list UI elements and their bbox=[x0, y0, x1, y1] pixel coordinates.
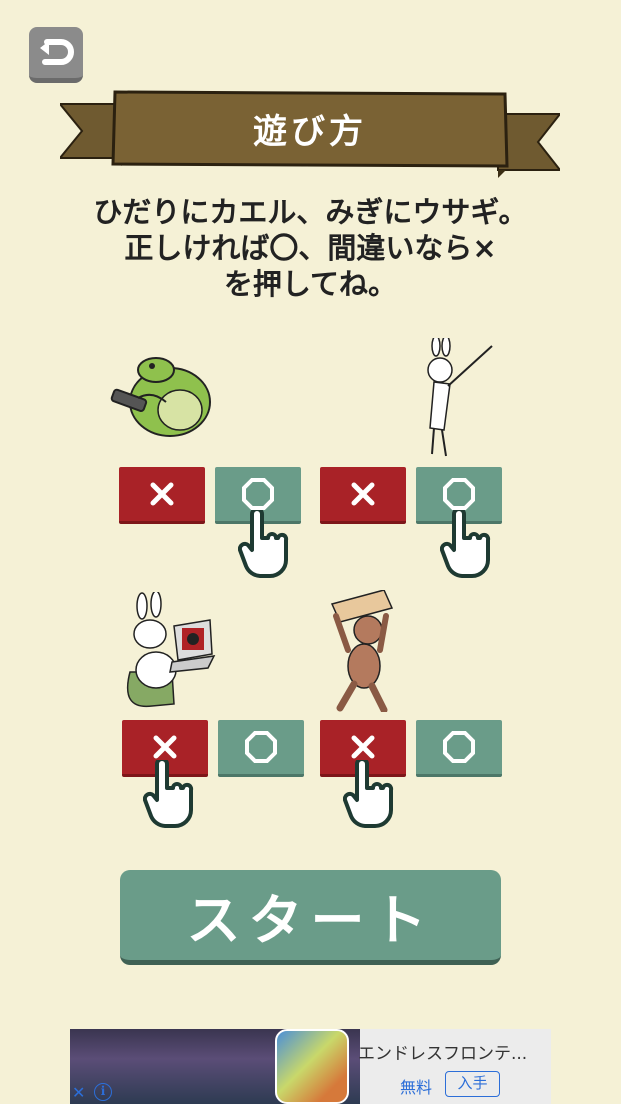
octagon-circle-icon bbox=[443, 478, 475, 510]
ad-info-icon[interactable]: i bbox=[94, 1083, 112, 1101]
cross-icon bbox=[150, 482, 174, 506]
octagon-circle-icon bbox=[443, 731, 475, 763]
ad-banner[interactable]: エンドレスフロンテ... 無料 入手 ✕ i bbox=[70, 1029, 551, 1104]
ad-close-icon[interactable]: ✕ bbox=[72, 1083, 85, 1102]
example1-right-cross-button[interactable] bbox=[320, 467, 406, 524]
octagon-circle-icon bbox=[245, 731, 277, 763]
cross-icon bbox=[351, 735, 375, 759]
monkey-box-illustration bbox=[330, 590, 394, 712]
undo-arrow-icon bbox=[40, 38, 74, 65]
page-title: 遊び方 bbox=[253, 112, 367, 152]
ad-app-icon[interactable] bbox=[275, 1029, 349, 1104]
pointing-hand-icon bbox=[143, 760, 194, 828]
cross-icon bbox=[351, 482, 375, 506]
rabbit-pointing-illustration bbox=[427, 338, 493, 457]
back-button[interactable] bbox=[29, 27, 83, 83]
ad-install-button[interactable]: 入手 bbox=[445, 1071, 500, 1097]
rabbit-laptop-illustration bbox=[126, 592, 216, 708]
ad-title[interactable]: エンドレスフロンテ... bbox=[358, 1039, 527, 1064]
instructions-text: ひだりにカエル、みぎにウサギ。 正しければ〇、間違いなら× を押してね。 bbox=[20, 194, 601, 302]
ad-price: 無料 bbox=[400, 1078, 433, 1097]
example2-left-circle-button[interactable] bbox=[218, 720, 304, 777]
octagon-circle-icon bbox=[242, 478, 274, 510]
pointing-hand-icon bbox=[440, 510, 491, 578]
start-button-label: スタート bbox=[186, 888, 435, 952]
pointing-hand-icon bbox=[238, 510, 289, 578]
frog-illustration bbox=[110, 357, 211, 437]
start-button[interactable]: スタート bbox=[120, 870, 501, 965]
title-banner: 遊び方 bbox=[57, 88, 563, 180]
instruction-line-1: ひだりにカエル、みぎにウサギ。 bbox=[93, 195, 528, 229]
example1-left-cross-button[interactable] bbox=[119, 467, 205, 524]
cross-icon bbox=[153, 735, 177, 759]
example2-right-circle-button[interactable] bbox=[416, 720, 502, 777]
pointing-hand-icon bbox=[343, 760, 394, 828]
instruction-line-2: 正しければ〇、間違いなら× bbox=[124, 231, 497, 265]
instruction-line-3: を押してね。 bbox=[223, 267, 398, 301]
